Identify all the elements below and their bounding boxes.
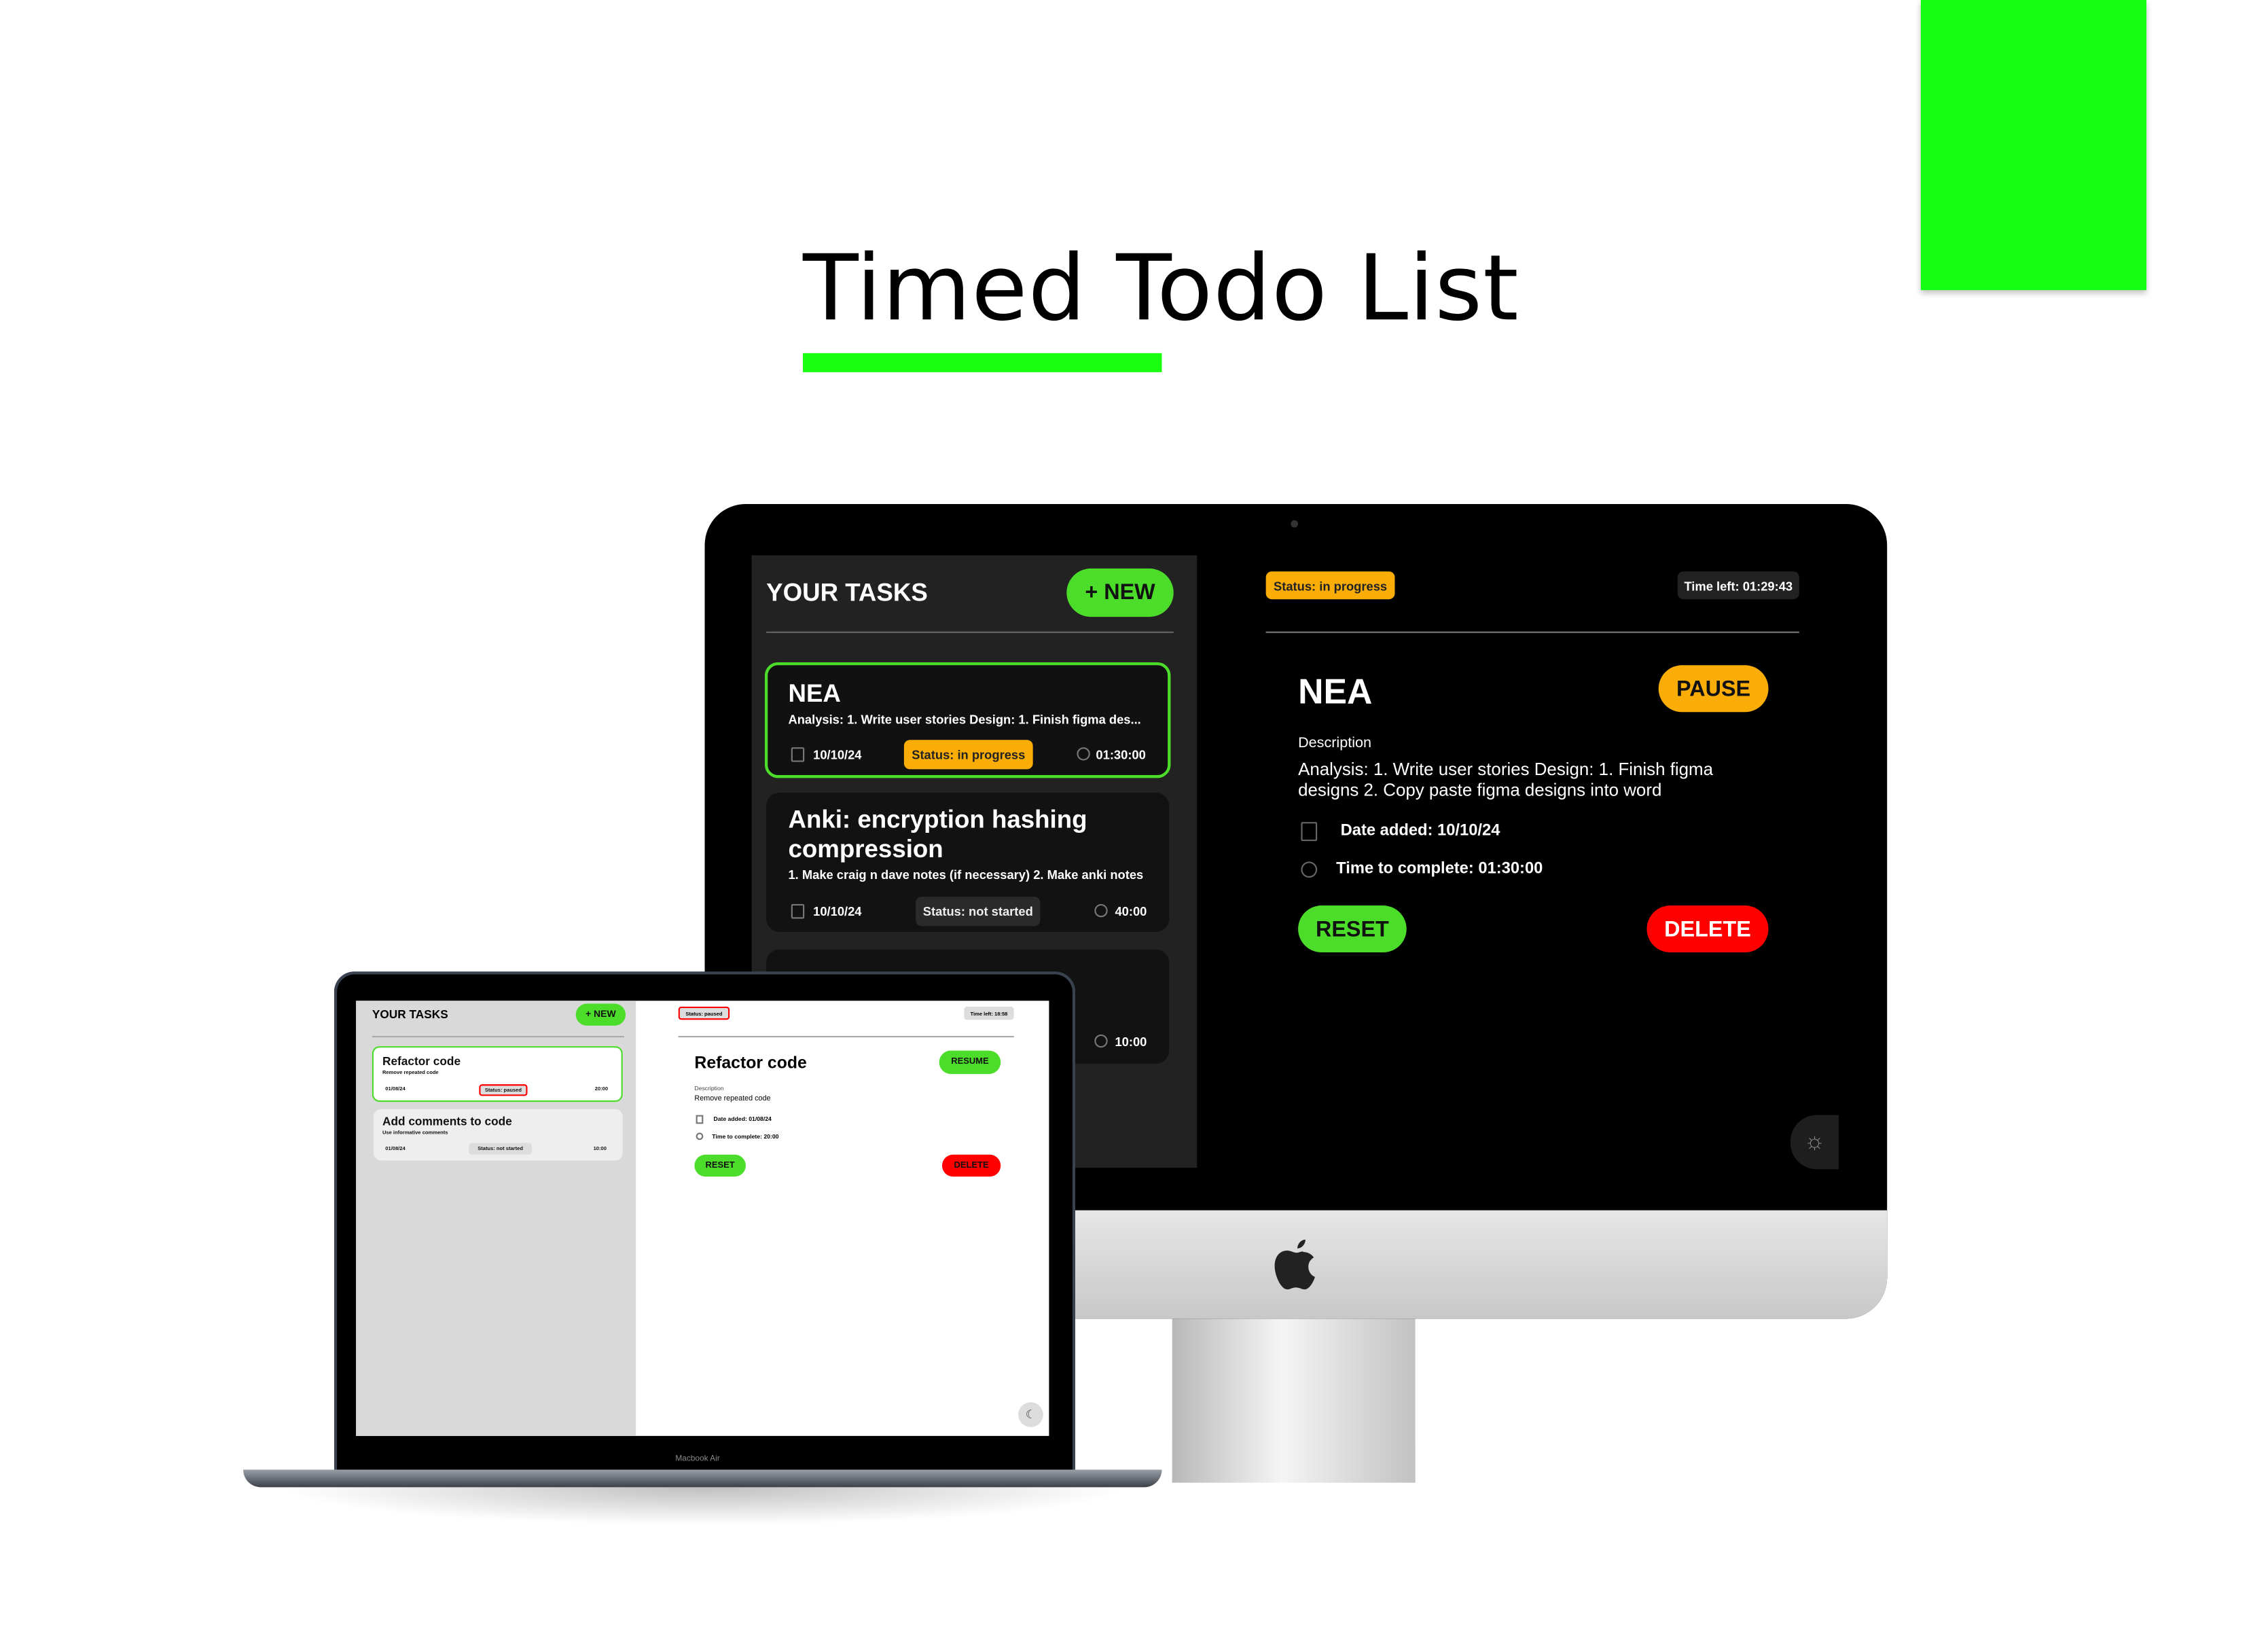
reset-button[interactable]: RESET	[1298, 905, 1407, 953]
task-status-badge: Status: not started	[916, 897, 1041, 927]
delete-button[interactable]: DELETE	[1646, 905, 1769, 953]
task-title: Refactor code	[382, 1055, 461, 1069]
task-card-selected[interactable]: Refactor code Remove repeated code 01/08…	[372, 1046, 623, 1102]
stage: Timed Todo List YOUR TASKS + NEW NEA Ana…	[0, 0, 2268, 1650]
laptop-shadow	[278, 1487, 1128, 1526]
detail-description: Remove repeated code	[694, 1094, 771, 1104]
task-title: NEA	[788, 679, 841, 708]
task-description: Remove repeated code	[382, 1069, 439, 1076]
calendar-icon	[1301, 822, 1318, 842]
task-card[interactable]: Add comments to code Use informative com…	[374, 1109, 623, 1161]
task-title: Add comments to code	[382, 1115, 512, 1128]
laptop-label: Macbook Air	[675, 1454, 720, 1464]
task-description: Use informative comments	[382, 1130, 448, 1136]
apple-logo-icon	[1274, 1239, 1315, 1290]
task-date: 01/08/24	[385, 1145, 406, 1152]
laptop-sidebar: YOUR TASKS + NEW Refactor code Remove re…	[356, 1001, 636, 1436]
calendar-icon	[696, 1115, 704, 1124]
task-date: 10/10/24	[813, 903, 862, 919]
task-duration: 20:00	[594, 1086, 609, 1092]
time-to-complete: Time to complete: 01:30:00	[1336, 860, 1543, 878]
detail-title: Refactor code	[694, 1055, 807, 1073]
task-status-badge: Status: not started	[469, 1143, 532, 1155]
stopwatch-icon	[696, 1132, 704, 1141]
description-label: Description	[1298, 735, 1372, 752]
laptop-screen: YOUR TASKS + NEW Refactor code Remove re…	[356, 1001, 1049, 1436]
decorative-green-square	[1920, 0, 2147, 291]
new-task-button[interactable]: + NEW	[1066, 568, 1174, 617]
description-label: Description	[694, 1084, 724, 1092]
task-duration: 40:00	[1115, 903, 1147, 919]
stopwatch-icon	[1301, 861, 1318, 878]
detail-description: Analysis: 1. Write user stories Design: …	[1298, 759, 1714, 800]
imac-camera	[1291, 520, 1299, 528]
time-left-badge: Time left: 01:29:43	[1677, 571, 1799, 600]
time-left-badge: Time left: 18:58	[964, 1006, 1014, 1020]
pause-button[interactable]: PAUSE	[1658, 665, 1769, 713]
reset-button[interactable]: RESET	[694, 1154, 746, 1177]
calendar-icon	[791, 903, 805, 919]
task-duration: 01:30:00	[1096, 747, 1146, 762]
detail-title: NEA	[1298, 672, 1373, 713]
detail-divider	[678, 1035, 1014, 1038]
resume-button[interactable]: RESUME	[939, 1050, 1001, 1075]
theme-toggle-moon-icon[interactable]: ☾	[1018, 1402, 1043, 1427]
detail-divider	[1265, 631, 1799, 633]
task-duration: 10:00	[593, 1145, 607, 1152]
date-added: Date added: 01/08/24	[713, 1115, 772, 1123]
delete-button[interactable]: DELETE	[941, 1154, 1001, 1177]
task-duration: 10:00	[1115, 1034, 1147, 1050]
detail-status-badge: Status: paused	[678, 1006, 730, 1020]
task-description: 1. Make craig n dave notes (if necessary…	[788, 867, 1144, 882]
task-card-selected[interactable]: NEA Analysis: 1. Write user stories Desi…	[764, 662, 1171, 778]
detail-status-badge: Status: in progress	[1265, 571, 1395, 600]
task-status-badge: Status: in progress	[903, 740, 1033, 770]
task-status-badge: Status: paused	[479, 1084, 528, 1096]
imac-stand	[1172, 1319, 1416, 1483]
sidebar-divider	[766, 631, 1174, 633]
task-title: Anki: encryption hashing compression	[788, 806, 1087, 863]
title-underline	[803, 353, 1162, 372]
task-date: 01/08/24	[385, 1086, 406, 1092]
sidebar-divider	[372, 1035, 624, 1038]
stopwatch-icon	[1094, 903, 1108, 918]
stopwatch-icon	[1077, 747, 1090, 761]
sidebar-heading: YOUR TASKS	[766, 579, 928, 607]
task-description: Analysis: 1. Write user stories Design: …	[788, 712, 1141, 727]
stopwatch-icon	[1094, 1034, 1108, 1048]
date-added: Date added: 10/10/24	[1340, 822, 1500, 840]
new-task-button[interactable]: + NEW	[575, 1003, 626, 1026]
laptop-base	[243, 1469, 1162, 1488]
task-card[interactable]: Anki: encryption hashing compression 1. …	[766, 792, 1170, 932]
time-to-complete: Time to complete: 20:00	[712, 1132, 779, 1141]
task-date: 10/10/24	[813, 747, 862, 762]
theme-toggle-sun-icon[interactable]: ☼	[1790, 1115, 1839, 1170]
sidebar-heading: YOUR TASKS	[372, 1008, 448, 1022]
page-title: Timed Todo List	[803, 234, 1519, 342]
calendar-icon	[791, 747, 805, 762]
